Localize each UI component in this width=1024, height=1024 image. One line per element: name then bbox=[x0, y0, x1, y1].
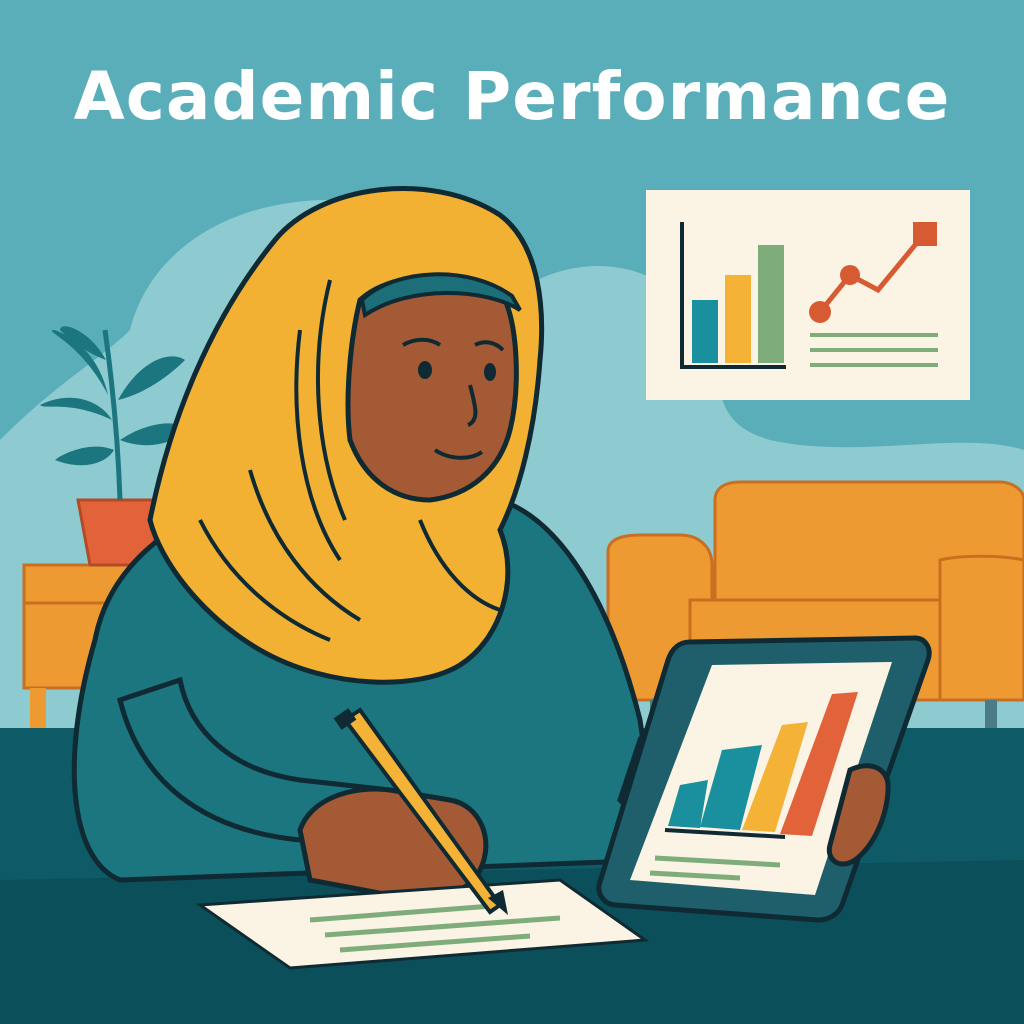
illustration-svg bbox=[0, 0, 1024, 1024]
wall-chart-bar-2 bbox=[725, 275, 751, 363]
writing-hand bbox=[297, 786, 489, 900]
wall-chart-bar-1 bbox=[692, 300, 718, 363]
wall-chart-poster bbox=[646, 190, 970, 400]
page-title: Academic Performance bbox=[73, 58, 951, 135]
wall-chart-bar-3 bbox=[758, 245, 784, 363]
illustration-scene: Academic Performance bbox=[0, 0, 1024, 1024]
